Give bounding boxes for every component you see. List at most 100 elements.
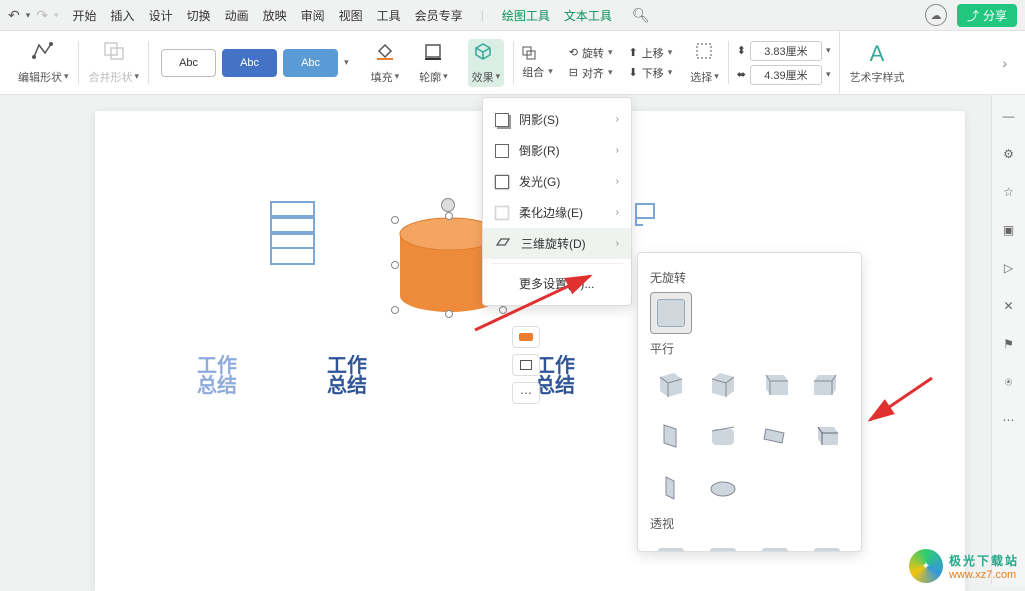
moveup-button[interactable]: ⬆上移▾ <box>628 45 672 61</box>
width-input[interactable]: 4.39厘米 <box>750 65 822 85</box>
edit-shape-label: 编辑形状▾ <box>18 69 69 85</box>
perspective-preset-3[interactable] <box>754 538 796 552</box>
redo-dropdown-icon[interactable]: ▾ <box>54 10 59 21</box>
watermark: ✦ 极光下载站 www.xz7.com <box>909 549 1019 583</box>
text-summary-2[interactable]: 工作总结 <box>327 356 367 396</box>
menu-softedge[interactable]: 柔化边缘(E) › <box>483 197 631 228</box>
arttext-label: 艺术字样式 <box>850 69 905 85</box>
ribbon-expand-icon[interactable]: › <box>992 55 1017 71</box>
menu-more[interactable]: 更多设置(O)... <box>483 268 631 299</box>
context-outline-button[interactable] <box>512 354 540 376</box>
side-more-icon[interactable]: ⋯ <box>1000 411 1018 429</box>
tab-animation[interactable]: 动画 <box>225 7 249 24</box>
group-button[interactable] <box>522 46 553 60</box>
rotate-handle-icon[interactable] <box>441 198 455 212</box>
edit-shape-group[interactable]: 编辑形状▾ <box>8 31 79 94</box>
tab-tools[interactable]: 工具 <box>377 7 401 24</box>
tab-insert[interactable]: 插入 <box>111 7 135 24</box>
style-preset-2[interactable]: Abc <box>222 49 277 77</box>
context-more-button[interactable]: ⋯ <box>512 382 540 404</box>
select-label: 选择▾ <box>690 69 719 85</box>
arrange-col-1: 组合▾ <box>514 46 561 80</box>
side-settings-icon[interactable]: ⚙ <box>1000 145 1018 163</box>
tab-text-tool[interactable]: 文本工具 <box>564 7 612 24</box>
perspective-preset-4[interactable] <box>806 538 848 552</box>
height-input[interactable]: 3.83厘米 <box>750 41 822 61</box>
parallel-preset-4[interactable] <box>806 363 848 405</box>
effect-group[interactable]: 效果▾ <box>458 31 515 94</box>
tab-vip[interactable]: 会员专享 <box>415 7 463 24</box>
side-play-icon[interactable]: ▷ <box>1000 259 1018 277</box>
handle[interactable] <box>391 216 399 224</box>
menu-glow[interactable]: 发光(G) › <box>483 166 631 197</box>
rotate-button[interactable]: ⟲旋转▾ <box>569 45 613 61</box>
style-more-icon[interactable]: ▾ <box>344 57 349 68</box>
arttext-group[interactable]: A 艺术字样式 <box>839 31 915 94</box>
tab-slideshow[interactable]: 放映 <box>263 7 287 24</box>
undo-dropdown-icon[interactable]: ▾ <box>26 10 31 21</box>
effect-label: 效果▾ <box>472 69 501 85</box>
shape-ladder[interactable] <box>270 201 315 266</box>
parallel-preset-1[interactable] <box>650 363 692 405</box>
context-fill-button[interactable] <box>512 326 540 348</box>
fill-group[interactable]: 填充▾ <box>361 31 410 94</box>
edit-shape-icon <box>31 41 55 67</box>
shape-small[interactable] <box>633 201 663 231</box>
parallel-preset-5[interactable] <box>650 415 692 457</box>
fill-icon <box>375 41 395 67</box>
parallel-preset-6[interactable] <box>702 415 744 457</box>
share-button[interactable]: ⤴ 分享 <box>957 4 1017 27</box>
parallel-preset-8[interactable] <box>806 415 848 457</box>
handle[interactable] <box>391 261 399 269</box>
height-row[interactable]: ⬍3.83厘米▾ <box>737 41 831 61</box>
search-icon[interactable]: 🔍︎ <box>632 7 650 24</box>
parallel-preset-7[interactable] <box>754 415 796 457</box>
side-tools-icon[interactable]: ✕ <box>1000 297 1018 315</box>
menu-bar: ↶ ▾ ↷ ▾ 开始 插入 设计 切换 动画 放映 审阅 视图 工具 会员专享 … <box>0 0 1025 30</box>
side-minus-icon[interactable]: — <box>1000 107 1018 125</box>
outline-label: 轮廓▾ <box>419 69 448 85</box>
handle[interactable] <box>391 306 399 314</box>
arrange-col-3: ⬆上移▾ ⬇下移▾ <box>620 45 680 81</box>
select-group[interactable]: 选择▾ <box>680 31 729 94</box>
handle[interactable] <box>445 212 453 220</box>
menu-3drotate[interactable]: 三维旋转(D) › <box>483 228 631 259</box>
side-star-icon[interactable]: ☆ <box>1000 183 1018 201</box>
perspective-preset-2[interactable] <box>702 538 744 552</box>
parallel-preset-2[interactable] <box>702 363 744 405</box>
fill-label: 填充▾ <box>371 69 400 85</box>
arrange-col-2: ⟲旋转▾ ⊟对齐▾ <box>561 45 621 81</box>
undo-icon[interactable]: ↶ <box>8 7 20 24</box>
align-button[interactable]: ⊟对齐▾ <box>569 65 613 81</box>
side-person-icon[interactable]: ⍟ <box>1000 373 1018 391</box>
cloud-icon[interactable]: ☁ <box>925 4 947 26</box>
movedown-button[interactable]: ⬇下移▾ <box>628 65 672 81</box>
tab-review[interactable]: 审阅 <box>301 7 325 24</box>
merge-shape-icon <box>103 41 125 67</box>
handle[interactable] <box>499 306 507 314</box>
effect-popup: 阴影(S) › 倒影(R) › 发光(G) › 柔化边缘(E) › 三维旋转(D… <box>482 97 632 306</box>
parallel-preset-10[interactable] <box>702 467 744 509</box>
style-preset-1[interactable]: Abc <box>161 49 216 77</box>
tab-view[interactable]: 视图 <box>339 7 363 24</box>
text-summary-3[interactable]: 工作总结 <box>535 356 575 396</box>
tab-drawing-tool[interactable]: 绘图工具 <box>502 7 550 24</box>
style-preset-3[interactable]: Abc <box>283 49 338 77</box>
width-row[interactable]: ⬌4.39厘米▾ <box>737 65 831 85</box>
tab-design[interactable]: 设计 <box>149 7 173 24</box>
side-flag-icon[interactable]: ⚑ <box>1000 335 1018 353</box>
history-controls: ↶ ▾ ↷ ▾ <box>8 7 59 24</box>
parallel-preset-3[interactable] <box>754 363 796 405</box>
side-layers-icon[interactable]: ▣ <box>1000 221 1018 239</box>
handle[interactable] <box>445 310 453 318</box>
outline-group[interactable]: 轮廓▾ <box>409 31 458 94</box>
perspective-preset-1[interactable] <box>650 538 692 552</box>
text-summary-1[interactable]: 工作总结 <box>197 356 237 396</box>
tab-transition[interactable]: 切换 <box>187 7 211 24</box>
gallery-norotate-item[interactable] <box>650 292 692 334</box>
parallel-preset-9[interactable] <box>650 467 692 509</box>
menu-reflection[interactable]: 倒影(R) › <box>483 135 631 166</box>
tab-start[interactable]: 开始 <box>73 7 97 24</box>
menu-shadow[interactable]: 阴影(S) › <box>483 104 631 135</box>
redo-icon[interactable]: ↷ <box>36 7 48 24</box>
